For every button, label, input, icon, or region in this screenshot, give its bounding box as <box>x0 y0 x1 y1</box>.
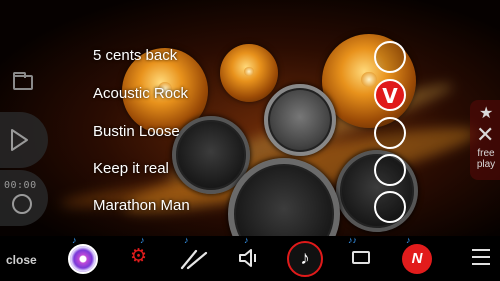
drumsticks-icon <box>180 249 208 270</box>
n-logo-icon: N <box>402 244 432 274</box>
song-title: 5 cents back <box>93 47 178 64</box>
song-title: Acoustic Rock <box>93 85 189 102</box>
song-select-toggle[interactable] <box>374 117 406 149</box>
speaker-icon <box>239 249 256 267</box>
cd-music-icon <box>68 244 98 274</box>
sound-button[interactable]: ♪ <box>228 236 272 281</box>
bottom-toolbar: close ♪ ♪ ⚙ ♪ ♪ ♪ ♪♪ ♪ N <box>0 236 500 281</box>
drumsticks-button[interactable]: ♪ <box>172 236 216 281</box>
songs-button[interactable]: ♪ <box>62 236 106 281</box>
song-select-toggle[interactable] <box>374 154 406 186</box>
display-button[interactable]: ♪♪ <box>340 236 384 281</box>
song-title: Keep it real <box>93 160 169 177</box>
music-note-indicator-icon: ♪ <box>140 235 145 245</box>
gear-icon: ⚙ <box>130 246 148 267</box>
music-note-icon: ♪ <box>287 241 323 277</box>
song-row[interactable]: Keep it real <box>0 151 500 188</box>
song-select-toggle[interactable]: V <box>374 79 406 111</box>
song-select-toggle[interactable] <box>374 41 406 73</box>
music-note-indicator-icon: ♪ <box>244 235 249 245</box>
screen-icon <box>352 251 370 264</box>
menu-icon[interactable] <box>472 249 490 266</box>
music-note-indicator-icon: ♪ <box>72 235 77 245</box>
close-button[interactable]: close <box>6 253 37 267</box>
brand-button[interactable]: ♪ N <box>396 236 440 281</box>
song-select-toggle[interactable] <box>374 191 406 223</box>
check-icon: V <box>382 84 398 108</box>
music-note-indicator-icon: ♪ <box>406 235 411 245</box>
settings-button[interactable]: ♪ ⚙ <box>118 236 162 281</box>
song-title: Bustin Loose <box>93 123 180 140</box>
song-title: Marathon Man <box>93 197 190 214</box>
song-row[interactable]: 5 cents back <box>0 38 500 75</box>
music-note-indicator-icon: ♪ <box>184 235 189 245</box>
song-row[interactable]: Bustin Loose <box>0 114 500 151</box>
music-note-indicator-icon: ♪♪ <box>348 235 357 245</box>
song-row[interactable]: Acoustic Rock V <box>0 76 500 113</box>
music-button[interactable]: ♪ <box>284 236 328 281</box>
song-row[interactable]: Marathon Man <box>0 188 500 225</box>
